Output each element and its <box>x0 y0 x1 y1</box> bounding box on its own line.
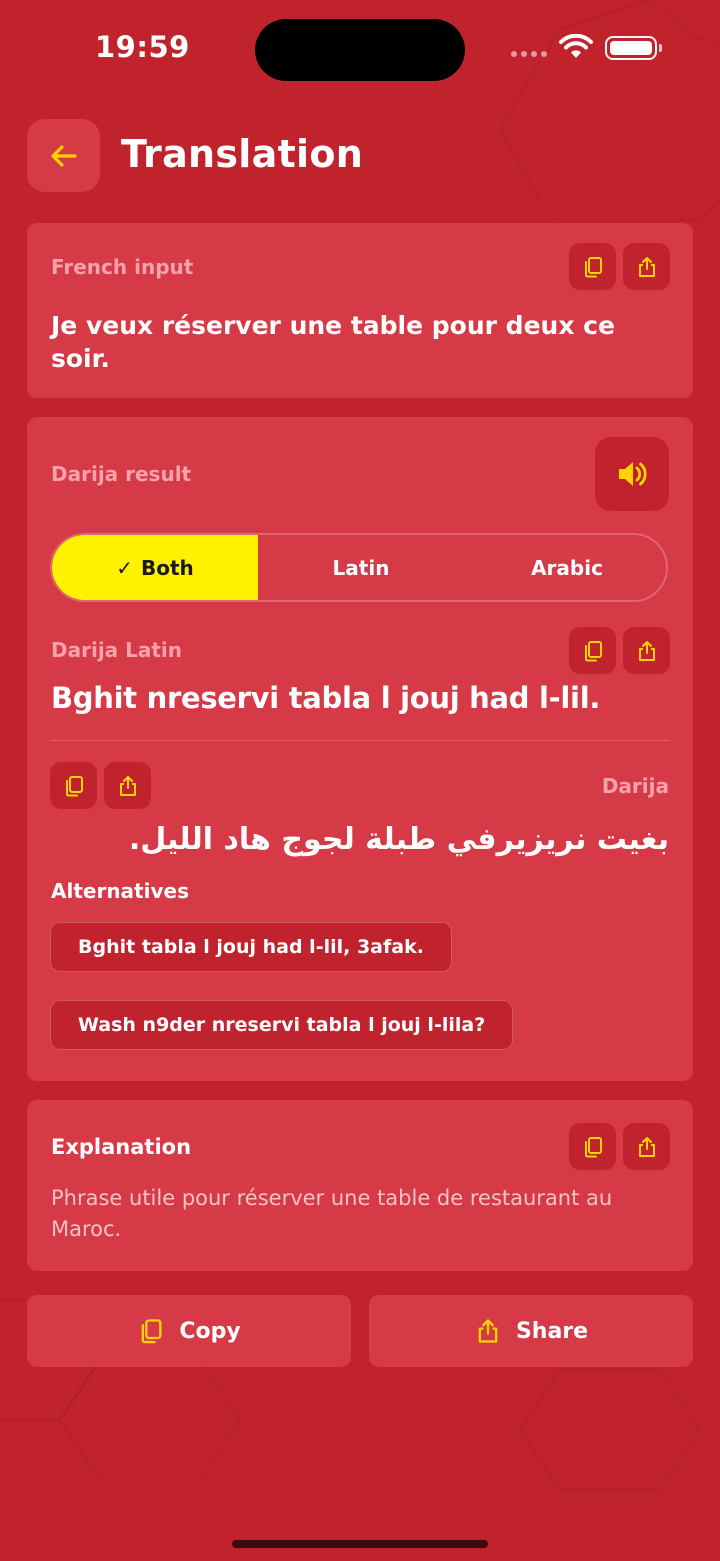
share-icon <box>638 256 655 277</box>
explanation-card: Explanation Phrase utile pour réserver u… <box>27 1100 693 1271</box>
share-arabic-button[interactable] <box>104 762 151 809</box>
segment-latin[interactable]: Latin <box>258 535 464 600</box>
darija-latin-text: Bghit nreservi tabla l jouj had l-lil. <box>51 681 601 715</box>
wifi-icon <box>559 34 593 58</box>
alternative-chip[interactable]: Bghit tabla l jouj had l-lil, 3afak. <box>50 922 452 972</box>
share-latin-button[interactable] <box>623 627 670 674</box>
explanation-title: Explanation <box>51 1135 192 1159</box>
copy-explanation-button[interactable] <box>569 1123 616 1170</box>
speaker-icon <box>619 462 647 486</box>
share-explanation-button[interactable] <box>623 1123 670 1170</box>
french-input-card: French input Je veux réserver une table … <box>27 223 693 398</box>
share-icon <box>119 775 136 796</box>
segment-latin-label: Latin <box>332 555 390 580</box>
darija-arabic-label: Darija <box>601 774 669 798</box>
copy-latin-button[interactable] <box>569 627 616 674</box>
french-input-label: French input <box>51 255 194 279</box>
back-button[interactable] <box>27 119 100 192</box>
segment-both-label: Both <box>140 555 194 580</box>
darija-arabic-text: بغيت نريزيرفي طبلة لجوج هاد الليل. <box>128 822 669 857</box>
copy-icon <box>584 256 602 277</box>
share-icon <box>478 1319 498 1343</box>
darija-latin-label: Darija Latin <box>51 638 183 662</box>
segment-both[interactable]: ✓ Both <box>52 535 258 600</box>
share-button-label: Share <box>515 1318 589 1344</box>
share-button[interactable]: Share <box>369 1295 693 1367</box>
status-bar: 19:59 <box>0 0 720 100</box>
copy-button[interactable]: Copy <box>27 1295 351 1367</box>
play-audio-button[interactable] <box>595 437 669 511</box>
share-icon <box>638 1136 655 1157</box>
segment-arabic-label: Arabic <box>531 555 603 580</box>
share-input-button[interactable] <box>623 243 670 290</box>
page-title: Translation <box>121 132 364 176</box>
copy-icon <box>65 775 83 796</box>
alternatives-title: Alternatives <box>51 879 189 903</box>
arrow-left-icon <box>50 144 77 167</box>
battery-icon <box>605 36 662 60</box>
status-time: 19:59 <box>95 30 190 64</box>
display-mode-selector: ✓ Both Latin Arabic <box>50 533 668 602</box>
cellular-signal-icon <box>511 51 547 57</box>
copy-button-label: Copy <box>179 1318 241 1344</box>
copy-arabic-button[interactable] <box>50 762 97 809</box>
share-icon <box>638 640 655 661</box>
alternative-chip[interactable]: Wash n9der nreservi tabla l jouj l-lila? <box>50 1000 514 1050</box>
checkmark-icon: ✓ <box>116 555 133 580</box>
home-indicator[interactable] <box>232 1540 488 1548</box>
darija-result-card: Darija result ✓ Both Latin Arabic Darija… <box>27 417 693 1081</box>
darija-result-label: Darija result <box>51 462 192 486</box>
copy-icon <box>584 1136 602 1157</box>
explanation-text: Phrase utile pour réserver une table de … <box>51 1186 613 1241</box>
divider <box>50 740 670 741</box>
copy-icon <box>584 640 602 661</box>
copy-icon <box>141 1319 162 1344</box>
copy-input-button[interactable] <box>569 243 616 290</box>
dynamic-island <box>255 19 465 81</box>
segment-arabic[interactable]: Arabic <box>464 535 666 600</box>
french-input-text: Je veux réserver une table pour deux ce … <box>51 311 615 373</box>
